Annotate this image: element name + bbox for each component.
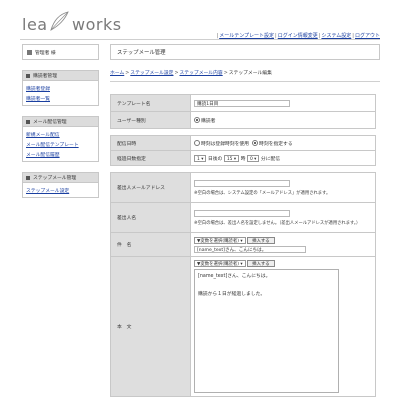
section-bullet-icon <box>26 73 30 78</box>
user-icon <box>27 49 32 55</box>
subject-variable-select[interactable]: ▼変数を選択(購読者) ▾ <box>194 236 246 244</box>
sidebar-link-new-mail[interactable]: 新規メール配信 <box>23 129 98 139</box>
header-divider <box>20 39 380 40</box>
schedule-day-unit: 日後の <box>207 156 223 162</box>
sidebar-link-mail-template[interactable]: メール配信テンプレート <box>23 139 98 149</box>
page-title: ステップメール管理 <box>110 44 380 60</box>
send-date-label: 配信日時 <box>110 135 191 151</box>
schedule-minute-select[interactable]: 0 ▾ <box>246 154 260 162</box>
sidebar-link-mail-history[interactable]: メール配信履歴 <box>23 149 98 159</box>
logo-text-works: works <box>72 15 122 34</box>
sidebar-section-title: ステップメール管理 <box>33 176 77 181</box>
body-textarea[interactable]: [name_text]さん、こんにちは。 購読から１日が経過しました。 <box>194 269 339 393</box>
send-time-specified-label: 時刻を指定する <box>259 141 293 147</box>
section-bullet-icon <box>26 119 30 124</box>
user-type-radio[interactable] <box>194 117 200 123</box>
section-bullet-icon <box>26 175 30 180</box>
user-name: 管理者 様 <box>35 50 56 56</box>
breadcrumb-home[interactable]: ホーム <box>110 71 124 76</box>
sidebar-section-title: 購読者管理 <box>33 74 57 79</box>
breadcrumb-divider <box>110 81 380 82</box>
sidebar-section-header: ステップメール管理 <box>23 173 98 183</box>
from-name-input[interactable] <box>194 209 290 217</box>
from-email-note: ※空白の場合は、システム設定の「メールアドレス」が適用されます。 <box>194 190 331 196</box>
leaf-logo-icon <box>50 11 69 31</box>
subject-insert-button[interactable]: 挿入する <box>247 236 275 244</box>
sidebar-section-header: メール配信管理 <box>23 117 98 127</box>
form-schedule: 配信日時 時刻は登録時刻を使用 時刻を指定する 経過日数指定 1 ▾ 日後の 1… <box>110 135 376 166</box>
template-name-label: テンプレート名 <box>110 94 191 112</box>
breadcrumb-step-mail-content[interactable]: ステップメール内容 <box>180 71 223 76</box>
subject-input[interactable]: [name_text]さん、こんにちは。 <box>194 245 306 253</box>
schedule-hour-select[interactable]: 15 ▾ <box>223 154 240 162</box>
schedule-hour-unit: 時 <box>240 156 246 162</box>
from-name-note: ※空白の場合は、差出人名を設定しません。（差出人メールアドレスが適用されます。） <box>194 220 361 226</box>
user-type-option: 購読者 <box>201 118 216 124</box>
sidebar-link-step-mail-settings[interactable]: ステップメール設定 <box>23 185 98 195</box>
template-name-input[interactable]: 購読1日目 <box>194 99 290 107</box>
top-nav: |メールテンプレート設定|ログイン情報変更|システム設定|ログアウト <box>216 33 381 39</box>
user-box: 管理者 様 <box>22 44 99 60</box>
form-basic: テンプレート名 購読1日目 ユーザー種別 購読者 <box>110 94 376 129</box>
send-time-registered-label: 時刻は登録時刻を使用 <box>201 141 249 147</box>
logo-text-lea: lea <box>22 15 48 34</box>
schedule-minute-unit: 分に配信 <box>260 156 281 162</box>
body-variable-select[interactable]: ▼変数を選択(購読者) ▾ <box>194 260 246 267</box>
body-insert-button[interactable]: 挿入する <box>247 260 275 267</box>
schedule-day-select[interactable]: 1 ▾ <box>194 154 207 162</box>
main-content: ステップメール管理 ホーム>ステップメール設定>ステップメール内容>ステップメー… <box>110 44 380 397</box>
breadcrumb-step-mail-settings[interactable]: ステップメール設定 <box>130 71 173 76</box>
breadcrumb: ホーム>ステップメール設定>ステップメール内容>ステップメール編集 <box>110 71 272 76</box>
body-line <box>198 281 335 290</box>
body-line: [name_text]さん、こんにちは。 <box>198 274 271 279</box>
logo: lea works <box>22 10 132 36</box>
from-name-label: 差出人名 <box>110 202 191 233</box>
sidebar-section-header: 購読者管理 <box>23 71 98 81</box>
from-email-input[interactable] <box>194 179 290 187</box>
body-label: 本 文 <box>110 256 191 397</box>
send-time-specified-radio[interactable] <box>252 140 259 146</box>
sidebar-section-step-mail: ステップメール管理 ステップメール設定 <box>22 172 99 198</box>
user-type-label: ユーザー種別 <box>110 111 191 129</box>
subject-label: 件 名 <box>110 232 191 257</box>
sidebar-link-subscriber-list[interactable]: 購読者一覧 <box>23 93 98 103</box>
sidebar: 管理者 様 購読者管理 購読者登録 購読者一覧 メール配信管理 新規メール配信 … <box>22 44 99 208</box>
sidebar-section-subscribers: 購読者管理 購読者登録 購読者一覧 <box>22 70 99 106</box>
from-email-label: 差出人メールアドレス <box>110 172 191 203</box>
sidebar-section-title: メール配信管理 <box>33 120 67 125</box>
body-line: 購読から１日が経過しました。 <box>198 292 266 297</box>
sidebar-link-register-subscriber[interactable]: 購読者登録 <box>23 83 98 93</box>
form-mail: 差出人メールアドレス ※空白の場合は、システム設定の「メールアドレス」が適用され… <box>110 172 376 397</box>
sidebar-section-mail: メール配信管理 新規メール配信 メール配信テンプレート メール配信履歴 <box>22 116 99 162</box>
send-schedule-label: 経過日数指定 <box>110 150 191 166</box>
breadcrumb-current: ステップメール編集 <box>228 71 272 76</box>
send-time-registered-radio[interactable] <box>194 140 200 146</box>
